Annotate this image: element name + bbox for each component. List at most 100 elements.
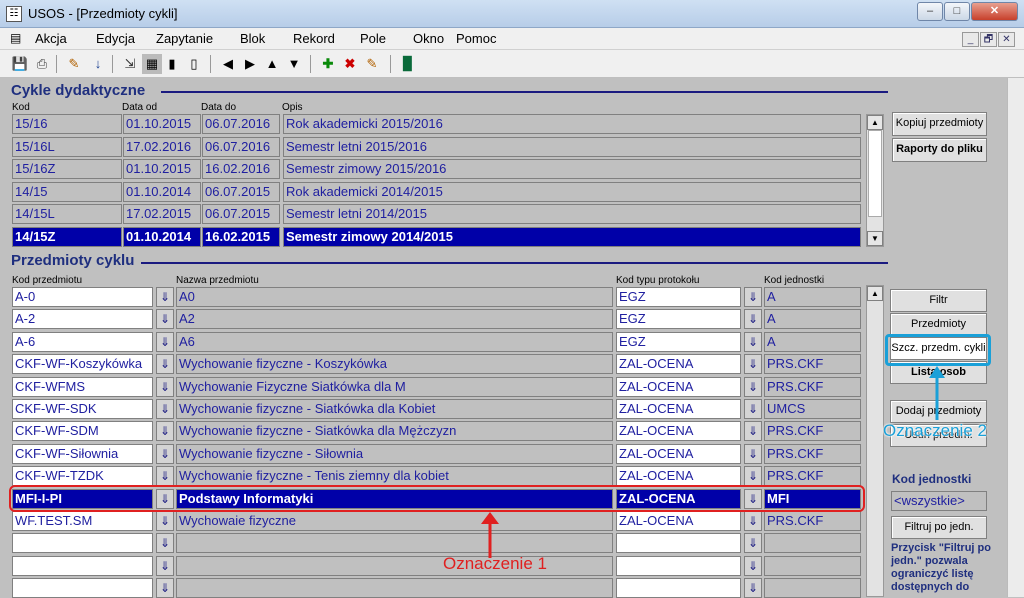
przedmiot-cell-nazwa-przedmiotu[interactable]: Wychowanie fizyczne - Tenis ziemny dla k… bbox=[176, 466, 613, 487]
przedmiot-cell-kod-typu-protokolu[interactable]: EGZ bbox=[616, 309, 741, 330]
mdi-minimize-button[interactable]: _ bbox=[962, 32, 979, 47]
menu-edycja[interactable]: Edycja bbox=[96, 31, 135, 46]
przedmiot-cell-kod-jednostki[interactable]: UMCS bbox=[764, 399, 861, 419]
kod-jednostki-field[interactable]: <wszystkie> bbox=[891, 491, 987, 511]
scroll-thumb[interactable] bbox=[868, 130, 882, 217]
przedmiot-cell-kod-jednostki[interactable]: PRS.CKF bbox=[764, 354, 861, 375]
scroll-up-icon[interactable]: ▲ bbox=[867, 286, 883, 301]
cykle-cell-data-od[interactable]: 01.10.2014 bbox=[123, 226, 201, 247]
previous-block-icon[interactable]: ◀ bbox=[218, 54, 238, 74]
cykle-cell-kod[interactable]: 15/16 bbox=[12, 114, 122, 134]
lov-download-icon[interactable]: ⇓ bbox=[156, 376, 174, 397]
cykle-cell-data-od[interactable]: 01.10.2015 bbox=[123, 159, 201, 179]
lov-download-icon[interactable]: ⇓ bbox=[156, 354, 174, 375]
enter-query-icon[interactable]: ⇲ bbox=[120, 54, 140, 74]
lov-download-icon[interactable]: ⇓ bbox=[744, 354, 762, 375]
przedmiot-cell-kod-przedmiotu[interactable]: A-2 bbox=[12, 309, 153, 330]
lov-download-icon[interactable]: ⇓ bbox=[744, 555, 762, 576]
przedmiot-cell-kod-jednostki[interactable] bbox=[764, 533, 861, 554]
cykle-cell-data-od[interactable]: 01.10.2015 bbox=[123, 114, 201, 134]
lov-download-icon[interactable]: ⇓ bbox=[744, 421, 762, 442]
przedmiot-cell-kod-typu-protokolu[interactable]: ZAL-OCENA bbox=[616, 421, 741, 442]
clear-record-icon[interactable]: ✎ bbox=[362, 54, 382, 74]
przedmiot-cell-kod-przedmiotu[interactable]: CKF-WFMS bbox=[12, 376, 153, 397]
lov-download-icon[interactable]: ⇓ bbox=[156, 511, 174, 531]
przedmiot-cell-nazwa-przedmiotu[interactable]: A0 bbox=[176, 287, 613, 307]
lov-download-icon[interactable]: ⇓ bbox=[156, 443, 174, 464]
przedmiot-cell-kod-typu-protokolu[interactable]: EGZ bbox=[616, 331, 741, 352]
cykle-cell-data-do[interactable]: 06.07.2015 bbox=[202, 204, 280, 224]
przedmiot-cell-kod-jednostki[interactable] bbox=[764, 555, 861, 576]
przedmiot-cell-kod-przedmiotu[interactable]: A-0 bbox=[12, 287, 153, 307]
lov-download-icon[interactable]: ⇓ bbox=[156, 555, 174, 576]
maximize-button[interactable]: □ bbox=[944, 2, 970, 21]
cykle-cell-data-do[interactable]: 06.07.2015 bbox=[202, 181, 280, 202]
lov-download-icon[interactable]: ⇓ bbox=[156, 287, 174, 307]
cykle-cell-data-do[interactable]: 06.07.2016 bbox=[202, 136, 280, 157]
scroll-down-icon[interactable]: ▼ bbox=[867, 231, 883, 246]
przedmiot-cell-kod-typu-protokolu[interactable]: ZAL-OCENA bbox=[616, 511, 741, 531]
lov-download-icon[interactable]: ⇓ bbox=[744, 443, 762, 464]
scroll-up-icon[interactable]: ▲ bbox=[867, 115, 883, 130]
cykle-cell-data-do[interactable]: 16.02.2015 bbox=[202, 226, 280, 247]
przedmiot-cell-kod-typu-protokolu[interactable]: ZAL-OCENA bbox=[616, 443, 741, 464]
mdi-close-button[interactable]: ✕ bbox=[998, 32, 1015, 47]
cykle-cell-kod[interactable]: 15/16Z bbox=[12, 159, 122, 179]
cykle-cell-kod[interactable]: 14/15 bbox=[12, 181, 122, 202]
przedmiot-cell-nazwa-przedmiotu[interactable] bbox=[176, 533, 613, 554]
kopiuj-przedmioty-button[interactable]: Kopiuj przedmioty bbox=[892, 112, 987, 136]
lov-download-icon[interactable]: ⇓ bbox=[744, 533, 762, 554]
przedmiot-cell-kod-przedmiotu[interactable] bbox=[12, 533, 153, 554]
przedmioty-button[interactable]: Przedmioty bbox=[890, 313, 987, 336]
przedmiot-cell-kod-jednostki[interactable]: A bbox=[764, 331, 861, 352]
cykle-cell-data-od[interactable]: 01.10.2014 bbox=[123, 181, 201, 202]
delete-record-icon[interactable]: ✖ bbox=[340, 54, 360, 74]
przedmiot-cell-kod-typu-protokolu[interactable]: ZAL-OCENA bbox=[616, 376, 741, 397]
count-query-icon[interactable]: ▮ bbox=[162, 54, 182, 74]
lov-download-icon[interactable]: ⇓ bbox=[744, 309, 762, 330]
mdi-restore-button[interactable]: 🗗 bbox=[980, 32, 997, 47]
przedmiot-cell-kod-jednostki[interactable]: PRS.CKF bbox=[764, 466, 861, 487]
menu-zapytanie[interactable]: Zapytanie bbox=[156, 31, 213, 46]
cykle-cell-data-od[interactable]: 17.02.2016 bbox=[123, 136, 201, 157]
minimize-button[interactable]: – bbox=[917, 2, 943, 21]
przedmiot-cell-kod-jednostki[interactable]: PRS.CKF bbox=[764, 421, 861, 442]
cykle-cell-kod[interactable]: 14/15L bbox=[12, 204, 122, 224]
next-record-icon[interactable]: ▼ bbox=[284, 54, 304, 74]
przedmiot-cell-nazwa-przedmiotu[interactable]: A6 bbox=[176, 331, 613, 352]
filtruj-po-jedn-button[interactable]: Filtruj po jedn. bbox=[891, 516, 987, 539]
przedmioty-scrollbar[interactable]: ▲ bbox=[866, 285, 884, 597]
przedmiot-cell-kod-jednostki[interactable]: PRS.CKF bbox=[764, 443, 861, 464]
przedmiot-cell-kod-przedmiotu[interactable]: CKF-WF-SDK bbox=[12, 399, 153, 419]
przedmiot-cell-kod-jednostki[interactable]: A bbox=[764, 287, 861, 307]
przedmiot-cell-nazwa-przedmiotu[interactable]: Wychowanie fizyczne - Siatkówka dla Kobi… bbox=[176, 399, 613, 419]
cykle-cell-opis[interactable]: Semestr zimowy 2015/2016 bbox=[283, 159, 861, 179]
przedmiot-cell-kod-typu-protokolu[interactable] bbox=[616, 555, 741, 576]
mdi-doc-icon[interactable]: ▤ bbox=[10, 31, 21, 45]
insert-record-icon[interactable]: ✚ bbox=[318, 54, 338, 74]
przedmiot-cell-kod-przedmiotu[interactable]: WF.TEST.SM bbox=[12, 511, 153, 531]
przedmiot-cell-kod-przedmiotu[interactable] bbox=[12, 578, 153, 598]
cykle-cell-opis[interactable]: Semestr letni 2015/2016 bbox=[283, 136, 861, 157]
lov-download-icon[interactable]: ⇓ bbox=[744, 578, 762, 598]
przedmiot-cell-nazwa-przedmiotu[interactable]: Wychowaie fizyczne bbox=[176, 511, 613, 531]
lov-download-icon[interactable]: ⇓ bbox=[156, 331, 174, 352]
menu-pomoc[interactable]: Pomoc bbox=[456, 31, 496, 46]
cykle-cell-kod[interactable]: 15/16L bbox=[12, 136, 122, 157]
przedmiot-cell-nazwa-przedmiotu[interactable]: Wychowanie fizyczne - Koszykówka bbox=[176, 354, 613, 375]
execute-query-icon[interactable]: ▦ bbox=[142, 54, 162, 74]
menu-akcja[interactable]: Akcja bbox=[35, 31, 67, 46]
przedmiot-cell-kod-przedmiotu[interactable]: A-6 bbox=[12, 331, 153, 352]
save-icon[interactable]: 💾 bbox=[10, 54, 30, 74]
cykle-cell-data-od[interactable]: 17.02.2015 bbox=[123, 204, 201, 224]
lov-download-icon[interactable]: ⇓ bbox=[156, 533, 174, 554]
print-icon[interactable]: ⎙ bbox=[32, 54, 52, 74]
cykle-cell-opis[interactable]: Rok akademicki 2014/2015 bbox=[283, 181, 861, 202]
przedmiot-cell-kod-przedmiotu[interactable]: CKF-WF-Koszykówka bbox=[12, 354, 153, 375]
lov-download-icon[interactable]: ⇓ bbox=[156, 466, 174, 487]
close-button[interactable]: ✕ bbox=[971, 2, 1018, 21]
menu-pole[interactable]: Pole bbox=[360, 31, 386, 46]
przedmiot-cell-nazwa-przedmiotu[interactable]: Wychowanie Fizyczne Siatkówka dla M bbox=[176, 376, 613, 397]
przedmiot-cell-kod-jednostki[interactable]: PRS.CKF bbox=[764, 511, 861, 531]
lov-download-icon[interactable]: ⇓ bbox=[156, 421, 174, 442]
